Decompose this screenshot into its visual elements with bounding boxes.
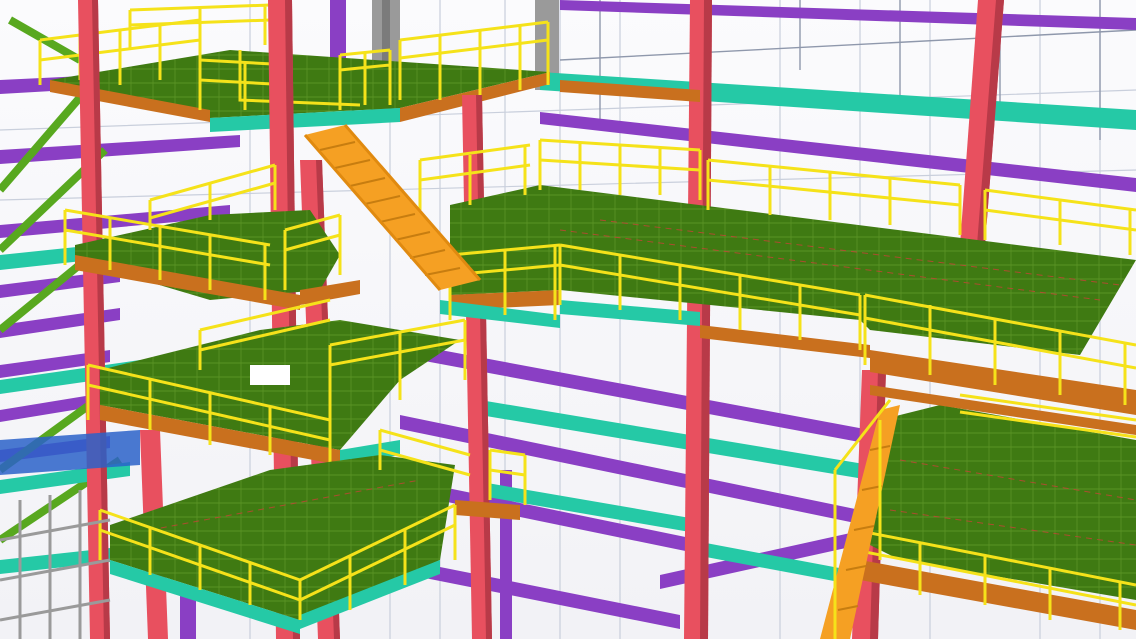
3d-model-viewport[interactable] [0, 0, 1136, 639]
steel-structure-scene[interactable] [0, 0, 1136, 639]
platform-bottom-left[interactable] [110, 455, 520, 634]
